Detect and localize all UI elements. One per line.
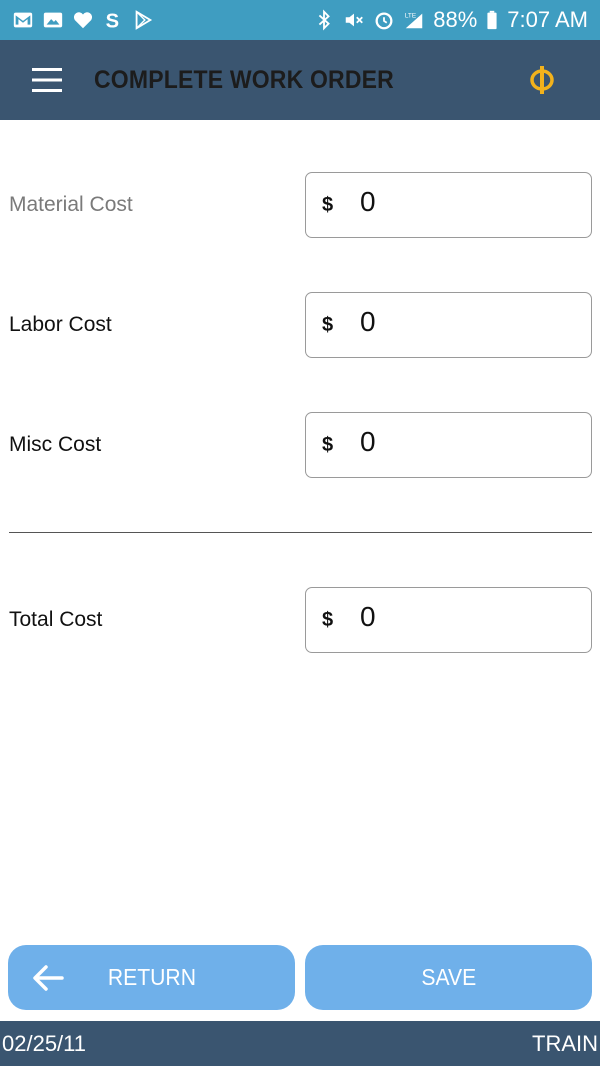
phi-logo-icon [530,66,554,94]
arrow-left-icon [33,964,64,991]
misc-cost-field[interactable]: $ 0 [305,412,592,478]
currency-symbol: $ [322,193,334,216]
footer-date: 02/25/11 [2,1030,87,1056]
currency-symbol: $ [322,433,334,456]
total-cost-value[interactable]: 0 [360,601,376,633]
svg-text:S: S [106,10,119,31]
heart-icon [72,9,94,31]
total-cost-label: Total Cost [9,608,103,631]
menu-button[interactable] [0,40,94,120]
svg-text:LTE: LTE [405,12,416,19]
material-cost-label: Material Cost [9,193,133,216]
currency-symbol: $ [322,313,334,336]
misc-cost-label: Misc Cost [9,433,102,456]
lte-signal-icon: LTE [403,9,425,31]
total-cost-field[interactable]: $ 0 [305,587,592,653]
play-store-icon [132,9,154,31]
total-cost-row: Total Cost $ 0 [0,587,600,653]
page-title: COMPLETE WORK ORDER [94,65,394,94]
labor-cost-field[interactable]: $ 0 [305,292,592,358]
status-bar: S LTE 88% 7:07 AM [0,0,600,40]
app-bar: COMPLETE WORK ORDER [0,40,600,120]
misc-cost-row: Misc Cost $ 0 [0,412,600,478]
labor-cost-value[interactable]: 0 [360,306,376,338]
divider [9,532,592,533]
footer-mode: TRAIN [532,1030,598,1056]
material-cost-row: Material Cost $ 0 [0,172,600,238]
hamburger-menu-icon [32,68,62,92]
labor-cost-label: Labor Cost [9,313,112,336]
labor-cost-row: Labor Cost $ 0 [0,292,600,358]
battery-percent: 88% [433,7,478,32]
system-status: LTE 88% 7:07 AM [313,7,588,33]
footer-bar: 02/25/11 TRAIN [0,1021,600,1066]
s-app-icon: S [102,9,124,31]
material-cost-value[interactable]: 0 [360,186,376,218]
battery-icon [485,9,499,31]
gallery-icon [42,9,64,31]
save-button[interactable]: SAVE [305,945,592,1010]
misc-cost-value[interactable]: 0 [360,426,376,458]
currency-symbol: $ [322,608,334,631]
gmail-icon [12,9,34,31]
material-cost-field[interactable]: $ 0 [305,172,592,238]
return-button[interactable]: RETURN [8,945,295,1010]
save-button-label: SAVE [421,964,476,990]
notification-icons: S [12,9,154,31]
return-button-label: RETURN [107,964,196,990]
mute-icon [343,9,365,31]
alarm-icon [373,9,395,31]
clock: 7:07 AM [507,7,588,32]
bluetooth-icon [313,9,335,31]
